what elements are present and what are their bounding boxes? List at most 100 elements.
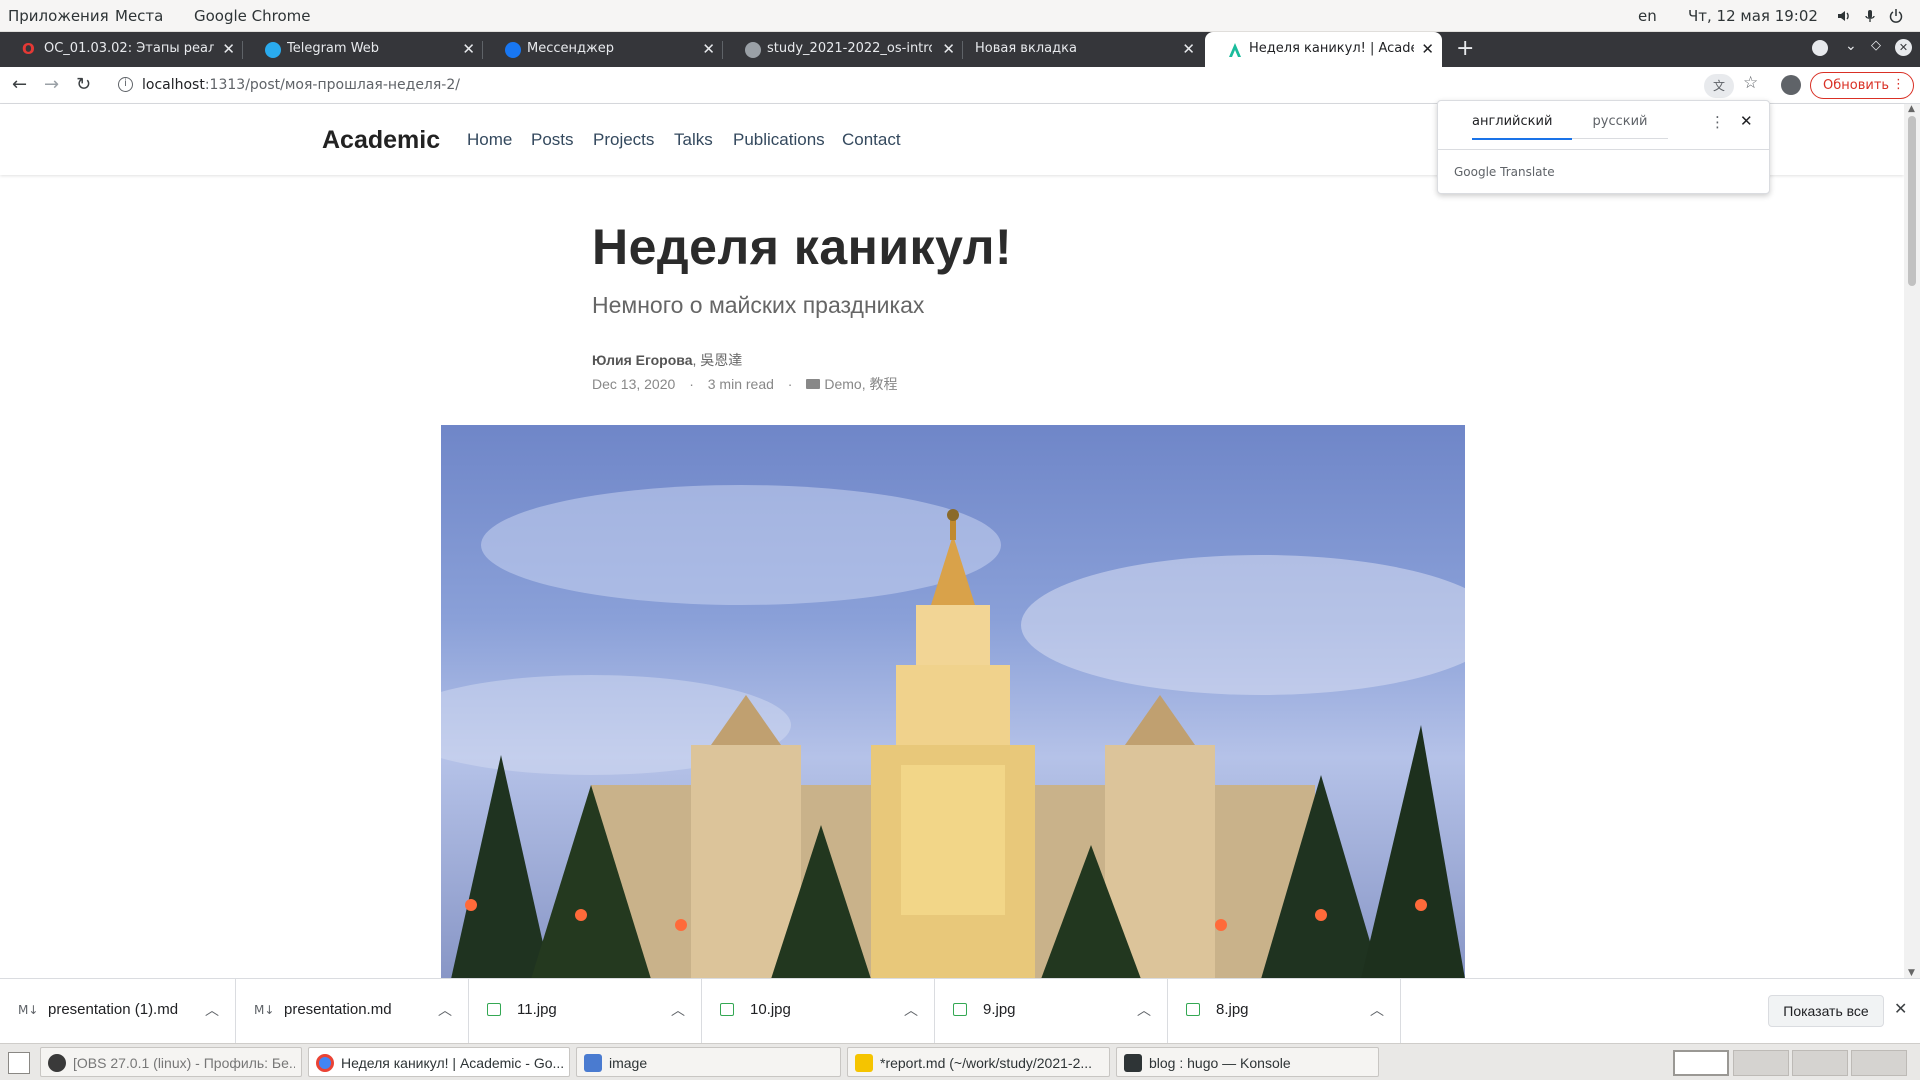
show-all-downloads-button[interactable]: Показать все xyxy=(1768,995,1884,1027)
workspace-2[interactable] xyxy=(1733,1050,1789,1076)
download-item-11-jpg[interactable]: 11.jpg ︿ xyxy=(469,979,702,1044)
taskbar-item-obs[interactable]: [OBS 27.0.1 (linux) - Профиль: Бе... xyxy=(40,1047,302,1077)
download-item-presentation-1-md[interactable]: M↓ presentation (1).md ︿ xyxy=(0,979,236,1044)
tab-new-tab[interactable]: Новая вкладка ✕ xyxy=(963,32,1203,67)
meta-separator: · xyxy=(689,376,694,392)
tab-github[interactable]: study_2021-2022_os-intro/lab ✕ xyxy=(723,32,963,67)
update-chrome-button[interactable]: Обновить ⋮ xyxy=(1810,72,1914,99)
image-file-icon xyxy=(720,1003,734,1016)
close-window-icon[interactable]: ✕ xyxy=(1895,39,1912,56)
download-item-9-jpg[interactable]: 9.jpg ︿ xyxy=(935,979,1168,1044)
applications-menu[interactable]: Приложения xyxy=(8,7,109,25)
article-subtitle: Немного о майских праздниках xyxy=(592,292,925,318)
taskbar-item-konsole[interactable]: blog : hugo — Konsole xyxy=(1116,1047,1379,1077)
close-tab-icon[interactable]: ✕ xyxy=(702,40,715,58)
taskbar: [OBS 27.0.1 (linux) - Профиль: Бе... Нед… xyxy=(0,1043,1920,1080)
github-icon xyxy=(745,42,761,58)
chevron-up-icon[interactable]: ︿ xyxy=(671,1000,685,1020)
markdown-file-icon: M↓ xyxy=(254,1003,275,1017)
download-shelf: M↓ presentation (1).md ︿ M↓ presentation… xyxy=(0,978,1920,1044)
tab-telegram[interactable]: Telegram Web ✕ xyxy=(243,32,483,67)
maximize-window-icon[interactable]: ◇ xyxy=(1871,38,1881,53)
taskbar-item-image[interactable]: image xyxy=(576,1047,841,1077)
nav-link-posts[interactable]: Posts xyxy=(531,130,574,150)
taskbar-item-text-editor[interactable]: *report.md (~/work/study/2021-2... xyxy=(847,1047,1110,1077)
clock[interactable]: Чт, 12 мая 19:02 xyxy=(1688,7,1818,25)
active-app-menu[interactable]: Google Chrome xyxy=(194,7,311,25)
article-date: Dec 13, 2020 xyxy=(592,376,676,392)
close-tab-icon[interactable]: ✕ xyxy=(1421,40,1434,58)
nav-link-home[interactable]: Home xyxy=(467,130,512,150)
workspace-4[interactable] xyxy=(1851,1050,1907,1076)
tab-os-course[interactable]: O ОС_01.03.02: Этапы реализации ✕ xyxy=(0,32,243,67)
forward-arrow-icon[interactable]: → xyxy=(44,74,59,95)
profile-avatar-icon[interactable] xyxy=(1781,75,1801,95)
keyboard-layout-indicator[interactable]: en xyxy=(1638,7,1657,25)
nav-link-publications[interactable]: Publications xyxy=(733,130,825,150)
close-tab-icon[interactable]: ✕ xyxy=(222,40,235,58)
chevron-up-icon[interactable]: ︿ xyxy=(205,1000,219,1020)
show-desktop-icon[interactable] xyxy=(8,1052,30,1074)
browser-toolbar: ← → ↻ i localhost:1313/post/моя-прошлая-… xyxy=(0,67,1920,104)
back-arrow-icon[interactable]: ← xyxy=(12,74,27,95)
site-brand-logo[interactable]: Academic xyxy=(322,126,440,155)
coauthor-text: , 吳恩達 xyxy=(692,352,743,368)
translate-source-language-tab[interactable]: английский xyxy=(1472,114,1572,140)
nav-link-talks[interactable]: Talks xyxy=(674,130,713,150)
download-item-10-jpg[interactable]: 10.jpg ︿ xyxy=(702,979,935,1044)
telegram-icon xyxy=(265,42,281,58)
taskbar-item-chrome[interactable]: Неделя каникул! | Academic - Go... xyxy=(308,1047,570,1077)
chrome-icon xyxy=(316,1054,334,1072)
author-link[interactable]: Юлия Егорова xyxy=(592,352,693,368)
academic-icon xyxy=(1229,43,1241,57)
close-download-shelf-icon[interactable]: ✕ xyxy=(1894,999,1907,1018)
chevron-down-icon[interactable]: ⌄ xyxy=(1845,38,1857,54)
microphone-icon[interactable] xyxy=(1862,8,1878,24)
nav-link-contact[interactable]: Contact xyxy=(842,130,901,150)
translate-icon[interactable]: 文 xyxy=(1704,74,1734,98)
close-tab-icon[interactable]: ✕ xyxy=(1182,40,1195,58)
chevron-up-icon[interactable]: ︿ xyxy=(904,1000,918,1020)
taskbar-item-title: image xyxy=(609,1055,648,1071)
google-translate-brand: Google Translate xyxy=(1454,165,1555,179)
article-categories[interactable]: Demo, 教程 xyxy=(824,376,897,392)
power-icon[interactable] xyxy=(1888,8,1904,24)
page-scrollbar[interactable]: ▲ ▼ xyxy=(1904,104,1920,978)
scroll-up-arrow-icon[interactable]: ▲ xyxy=(1908,104,1915,114)
tab-search-icon[interactable] xyxy=(1812,40,1828,56)
nav-link-projects[interactable]: Projects xyxy=(593,130,654,150)
messenger-icon xyxy=(505,42,521,58)
workspace-3[interactable] xyxy=(1792,1050,1848,1076)
site-info-icon[interactable]: i xyxy=(118,77,133,92)
translate-close-icon[interactable]: ✕ xyxy=(1740,112,1753,130)
close-tab-icon[interactable]: ✕ xyxy=(462,40,475,58)
article-read-time: 3 min read xyxy=(707,376,774,392)
meta-separator: · xyxy=(787,376,793,392)
bookmark-star-icon[interactable]: ☆ xyxy=(1743,73,1758,93)
address-bar[interactable]: localhost:1313/post/моя-прошлая-неделя-2… xyxy=(142,77,460,93)
tab-messenger[interactable]: Мессенджер ✕ xyxy=(483,32,723,67)
konsole-icon xyxy=(1124,1054,1142,1072)
update-label: Обновить xyxy=(1823,78,1890,93)
tab-title: Мессенджер xyxy=(527,41,614,56)
tab-title: Неделя каникул! | Academic xyxy=(1249,41,1414,56)
places-menu[interactable]: Места xyxy=(115,7,163,25)
chevron-up-icon[interactable]: ︿ xyxy=(438,1000,452,1020)
chevron-up-icon[interactable]: ︿ xyxy=(1370,1000,1384,1020)
chevron-up-icon[interactable]: ︿ xyxy=(1137,1000,1151,1020)
volume-icon[interactable] xyxy=(1836,8,1852,24)
download-filename: 11.jpg xyxy=(517,1001,557,1018)
workspace-1[interactable] xyxy=(1673,1050,1729,1076)
translate-target-language-tab[interactable]: русский xyxy=(1572,114,1668,139)
scrollbar-thumb[interactable] xyxy=(1908,116,1916,286)
download-item-presentation-md[interactable]: M↓ presentation.md ︿ xyxy=(236,979,469,1044)
featured-image-drawing xyxy=(441,485,1465,979)
download-item-8-jpg[interactable]: 8.jpg ︿ xyxy=(1168,979,1401,1044)
translate-options-icon[interactable]: ⋮ xyxy=(1710,113,1725,131)
close-tab-icon[interactable]: ✕ xyxy=(942,40,955,58)
new-tab-plus-icon[interactable]: + xyxy=(1456,36,1474,61)
scroll-down-arrow-icon[interactable]: ▼ xyxy=(1908,968,1915,978)
download-filename: 9.jpg xyxy=(983,1001,1016,1018)
reload-icon[interactable]: ↻ xyxy=(76,74,91,95)
tab-academic-active[interactable]: Неделя каникул! | Academic ✕ xyxy=(1205,32,1442,67)
